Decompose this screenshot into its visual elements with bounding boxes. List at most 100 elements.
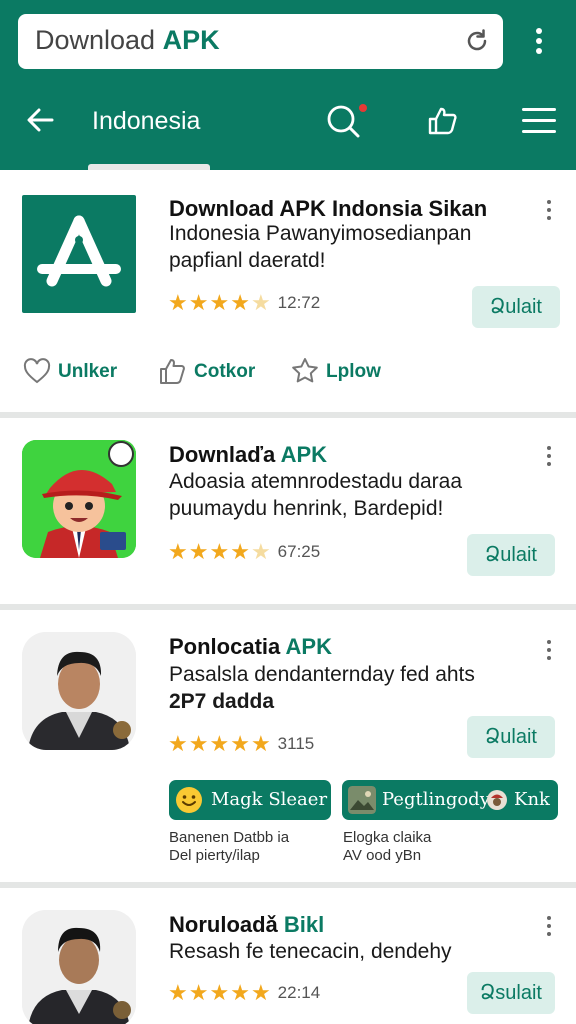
app-card-2[interactable]: Downlaďa APK Adoasia atemnrodestadu dara… (0, 418, 576, 604)
chip-label: Magk Sleaer (211, 789, 328, 810)
install-button[interactable]: Ձulait (467, 534, 555, 576)
star-filled-icon: ★ (188, 731, 210, 756)
letter-a-icon (37, 215, 121, 287)
rating-stars: ★★★★★ (168, 731, 272, 757)
address-text: Download APK (35, 25, 220, 56)
chip-caption-line: Elogka claika (343, 829, 432, 846)
app-card-1[interactable]: Download APK Indonsia Sikan Indonesia Pa… (0, 170, 576, 412)
star-empty-icon: ★ (250, 290, 272, 315)
reload-icon[interactable] (463, 27, 491, 55)
app-title-accent: Bikl (283, 912, 325, 937)
action-label: Cotkor (194, 361, 256, 382)
app-description-bold: 2P7 dadda (169, 690, 275, 713)
chip-caption-line: Banenen Datbb ia (169, 829, 290, 846)
star-filled-icon: ★ (188, 539, 210, 564)
chip-label: Pegtlingody (382, 789, 490, 810)
action-label: Unlker (58, 361, 118, 382)
thumbs-up-action[interactable]: Cotkor (158, 354, 278, 390)
star-filled-icon: ★ (209, 980, 231, 1005)
address-prefix: Download (35, 25, 163, 55)
action-row: Unlker Cotkor Lplow (22, 354, 562, 390)
star-icon (292, 358, 318, 383)
chip-pegtlingody[interactable]: Pegtlingody Knk (342, 780, 558, 820)
rating-value: 22:14 (277, 983, 321, 1002)
star-filled-icon: ★ (209, 731, 231, 756)
cartoon-boy-icon (22, 440, 136, 558)
app-card-4[interactable]: Noruloadǎ Bikl Resash fe tenecacin, dend… (0, 888, 576, 1024)
rating-value: 3115 (277, 734, 315, 753)
address-bar[interactable]: Download APK (18, 14, 503, 69)
chip-caption: Banenen Datbb ia Del pierty/ilap (169, 829, 289, 865)
star-filled-icon: ★ (209, 290, 231, 315)
star-filled-icon: ★ (188, 980, 210, 1005)
chip-caption: Elogka claika AV ooԁ yBn (343, 829, 431, 865)
star-filled-icon: ★ (168, 731, 189, 756)
hamburger-menu-icon[interactable] (522, 108, 556, 134)
more-options-icon[interactable] (545, 200, 553, 224)
star-action[interactable]: Lplow (290, 354, 400, 390)
app-title-text: Noruloadǎ (169, 912, 284, 937)
rating: ★★★★★ 12:72 (168, 290, 321, 316)
app-title-accent: APK (285, 634, 332, 659)
thumbs-up-icon (160, 359, 185, 384)
app-description: Pasalsla dendanternday fed ahts 2P7 dadd… (169, 661, 519, 715)
app-logo-a[interactable] (22, 195, 136, 313)
star-filled-icon: ★ (250, 980, 272, 1005)
star-filled-icon: ★ (209, 539, 231, 564)
star-filled-icon: ★ (230, 980, 251, 1005)
star-filled-icon: ★ (230, 290, 251, 315)
person-photo-icon (22, 632, 136, 750)
star-filled-icon: ★ (168, 290, 189, 315)
app-title-text: Ponlocatia (169, 634, 286, 659)
install-button[interactable]: Ձulait (472, 286, 560, 328)
rating: ★★★★★ 22:14 (168, 980, 321, 1005)
rating: ★★★★★ 67:25 (168, 539, 321, 565)
badge-icon (487, 790, 507, 810)
app-description: Resash fe tenecacin, dendehy (169, 940, 452, 963)
search-icon[interactable] (323, 101, 363, 141)
app-title-text: Downlaďa (169, 442, 281, 467)
page-title: Indonesia (92, 107, 201, 135)
image-icon (348, 786, 376, 814)
like-action[interactable]: Unlker (22, 354, 142, 390)
star-empty-icon: ★ (250, 539, 272, 564)
person-photo-icon (22, 910, 136, 1024)
app-title[interactable]: Downlaďa APK (169, 442, 327, 468)
app-title[interactable]: Ponlocatia APK (169, 634, 332, 660)
thumbs-up-nav-icon[interactable] (424, 102, 460, 138)
action-label: Lplow (326, 361, 381, 382)
rating-value: 67:25 (277, 542, 321, 561)
app-title-accent: APK (280, 442, 328, 467)
app-title[interactable]: Download APK Indonsia Sikan (169, 196, 487, 222)
rating-stars: ★★★★★ (168, 290, 272, 316)
more-options-icon[interactable] (545, 446, 553, 470)
star-filled-icon: ★ (230, 731, 251, 756)
more-options-icon[interactable] (545, 640, 553, 664)
app-header: Download APK Indonesia (0, 0, 576, 170)
app-title-text: Download APK Indonsia Sikan (169, 196, 488, 221)
back-arrow-icon[interactable] (24, 104, 56, 136)
rating: ★★★★★ 3115 (168, 731, 315, 757)
star-filled-icon: ★ (250, 731, 272, 756)
chip-caption-line: AV ooԁ yBn (343, 847, 422, 864)
address-accent: APK (162, 25, 220, 55)
rating-stars: ★★★★★ (168, 539, 272, 565)
install-button[interactable]: Ձsulait (467, 972, 555, 1014)
heart-icon (23, 358, 51, 384)
install-button[interactable]: Ձulait (467, 716, 555, 758)
app-logo-photo[interactable] (22, 910, 136, 1024)
app-description-text: Pasalsla dendanternday fed ahts (169, 663, 475, 686)
rating-value: 12:72 (277, 293, 321, 312)
browser-menu-icon[interactable] (528, 28, 550, 58)
more-options-icon[interactable] (545, 916, 553, 940)
app-title[interactable]: Noruloadǎ Bikl (169, 912, 324, 938)
app-logo-cartoon[interactable] (22, 440, 136, 558)
chip-trailing-label: Knk (514, 789, 550, 810)
app-logo-photo[interactable] (22, 632, 136, 750)
app-description: Indonesia Pawanyimosedianpan papfianl da… (169, 222, 472, 272)
notification-dot (359, 104, 367, 112)
smiley-icon (176, 787, 202, 813)
app-description: Adoasia atemnrodestadu daraa puumaydu he… (169, 470, 463, 520)
star-filled-icon: ★ (168, 980, 189, 1005)
chip-magk-sleaer[interactable]: Magk Sleaer (169, 780, 331, 820)
